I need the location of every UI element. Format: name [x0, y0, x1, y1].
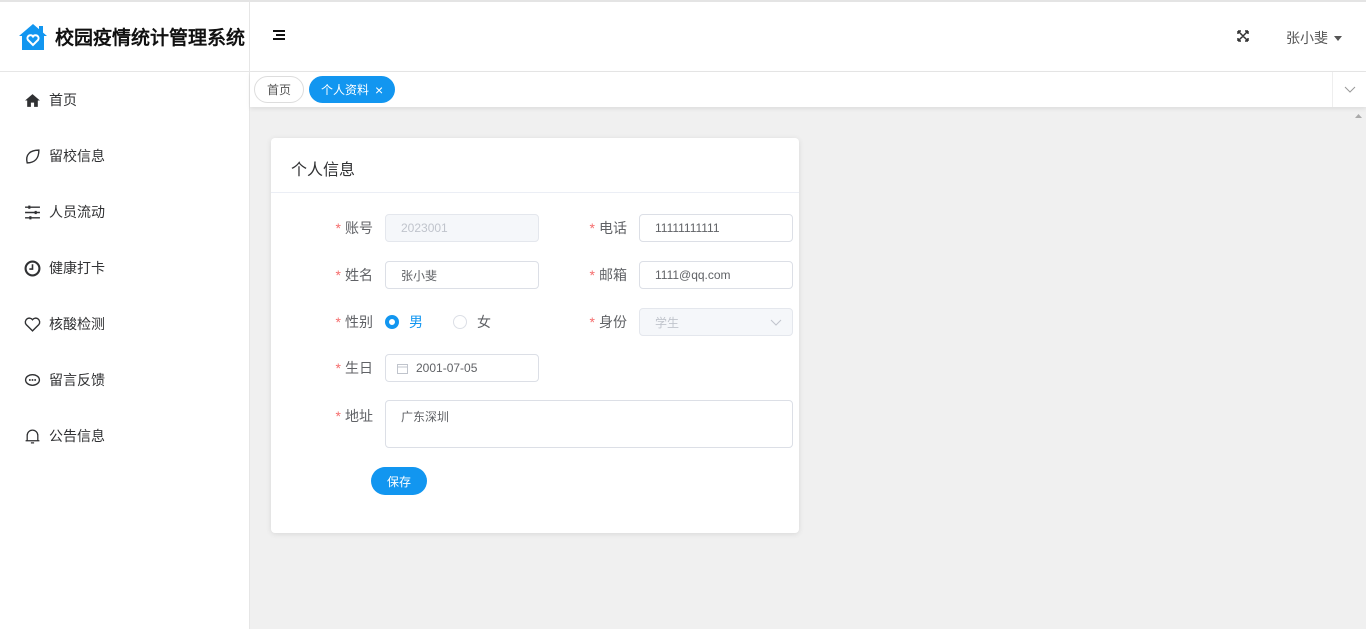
- role-row: * 身份 学生: [575, 308, 793, 336]
- card-title: 个人信息: [271, 138, 799, 193]
- sidebar-item-label: 核酸检测: [49, 316, 105, 332]
- tag-label: 首页: [267, 83, 292, 97]
- email-input[interactable]: 1111@qq.com: [639, 261, 793, 289]
- name-row: * 姓名 张小斐: [321, 261, 539, 289]
- account-input[interactable]: 2023001: [385, 214, 539, 242]
- birthday-input[interactable]: 2001-07-05: [385, 354, 539, 382]
- email-row: * 邮箱 1111@qq.com: [575, 261, 793, 289]
- house-heart-icon: [19, 23, 47, 50]
- save-button[interactable]: 保存: [371, 467, 427, 495]
- sidebar-item-label: 首页: [49, 92, 77, 108]
- account-row: * 账号 2023001: [321, 214, 539, 242]
- leaf-icon: [26, 148, 40, 164]
- calendar-icon: [397, 363, 408, 374]
- menu-toggle-icon[interactable]: [273, 30, 285, 40]
- role-select[interactable]: 学生: [639, 308, 793, 336]
- header: 张小斐: [250, 2, 1366, 72]
- logo: 校园疫情统计管理系统: [0, 2, 249, 72]
- role-value: 学生: [655, 315, 680, 330]
- gender-female-radio[interactable]: 女: [453, 312, 491, 332]
- bell-icon: [25, 429, 40, 444]
- chevron-down-icon: [770, 319, 782, 326]
- radio-unchecked-icon: [453, 315, 467, 329]
- birthday-label: * 生日: [335, 360, 373, 376]
- sidebar-item-label: 健康打卡: [49, 260, 105, 276]
- sidebar-item-checkin[interactable]: 健康打卡: [0, 240, 249, 296]
- app-title: 校园疫情统计管理系统: [55, 28, 246, 49]
- tag-label: 个人资料: [321, 83, 370, 97]
- sidebar-item-test[interactable]: 核酸检测: [0, 296, 249, 352]
- gender-row: * 性别 男 女: [321, 308, 521, 336]
- name-input[interactable]: 张小斐: [385, 261, 539, 289]
- radio-checked-icon: [385, 315, 399, 329]
- user-dropdown[interactable]: 张小斐: [1286, 28, 1342, 48]
- phone-input[interactable]: 11111111111: [639, 214, 793, 242]
- sidebar-item-label: 留校信息: [49, 148, 105, 164]
- clock-icon: [24, 260, 41, 276]
- sidebar-item-notice[interactable]: 公告信息: [0, 408, 249, 464]
- radio-label: 女: [477, 314, 491, 330]
- user-name: 张小斐: [1286, 30, 1328, 46]
- name-label: * 姓名: [335, 267, 373, 283]
- gender-label: * 性别: [335, 314, 373, 330]
- role-label: * 身份: [589, 314, 627, 330]
- phone-row: * 电话 11111111111: [575, 214, 793, 242]
- sliders-icon: [25, 205, 40, 219]
- tags-bar: 首页 个人资料 ×: [250, 72, 1366, 107]
- address-row: * 地址 广东深圳: [321, 400, 793, 448]
- home-icon: [25, 93, 40, 107]
- caret-down-icon: [1334, 36, 1342, 45]
- birthday-row: * 生日 2001-07-05: [321, 354, 539, 382]
- tags-dropdown[interactable]: [1332, 72, 1366, 107]
- heart-icon: [24, 316, 41, 332]
- account-label: * 账号: [335, 220, 373, 236]
- sidebar-item-stay[interactable]: 留校信息: [0, 128, 249, 184]
- tag-home[interactable]: 首页: [254, 76, 305, 103]
- phone-label: * 电话: [589, 220, 627, 236]
- radio-label: 男: [409, 314, 423, 330]
- birthday-value: 2001-07-05: [416, 361, 478, 375]
- email-label: * 邮箱: [589, 267, 627, 283]
- chat-icon: [24, 373, 41, 386]
- fullscreen-icon[interactable]: [1237, 30, 1249, 42]
- sidebar-item-flow[interactable]: 人员流动: [0, 184, 249, 240]
- gender-male-radio[interactable]: 男: [385, 312, 423, 332]
- chevron-down-icon: [1344, 86, 1355, 93]
- sidebar-item-home[interactable]: 首页: [0, 72, 249, 128]
- sidebar-item-label: 人员流动: [49, 204, 105, 220]
- scrollbar[interactable]: [1351, 107, 1366, 629]
- address-textarea[interactable]: 广东深圳: [385, 400, 793, 448]
- sidebar-item-feedback[interactable]: 留言反馈: [0, 352, 249, 408]
- sidebar-item-label: 留言反馈: [49, 372, 105, 388]
- scroll-up-icon: [1355, 114, 1362, 118]
- sidebar-item-label: 公告信息: [49, 428, 105, 444]
- tag-profile[interactable]: 个人资料 ×: [309, 76, 396, 103]
- close-icon[interactable]: ×: [375, 82, 383, 98]
- profile-card: 个人信息 * 账号 2023001 * 电话 11111111111 * 姓名 张小斐 * 邮…: [271, 138, 799, 533]
- sidebar: 校园疫情统计管理系统 首页 留校信息 人员流动 健康打卡 核酸检测 留言反馈 公…: [0, 2, 250, 629]
- address-label: * 地址: [335, 408, 373, 424]
